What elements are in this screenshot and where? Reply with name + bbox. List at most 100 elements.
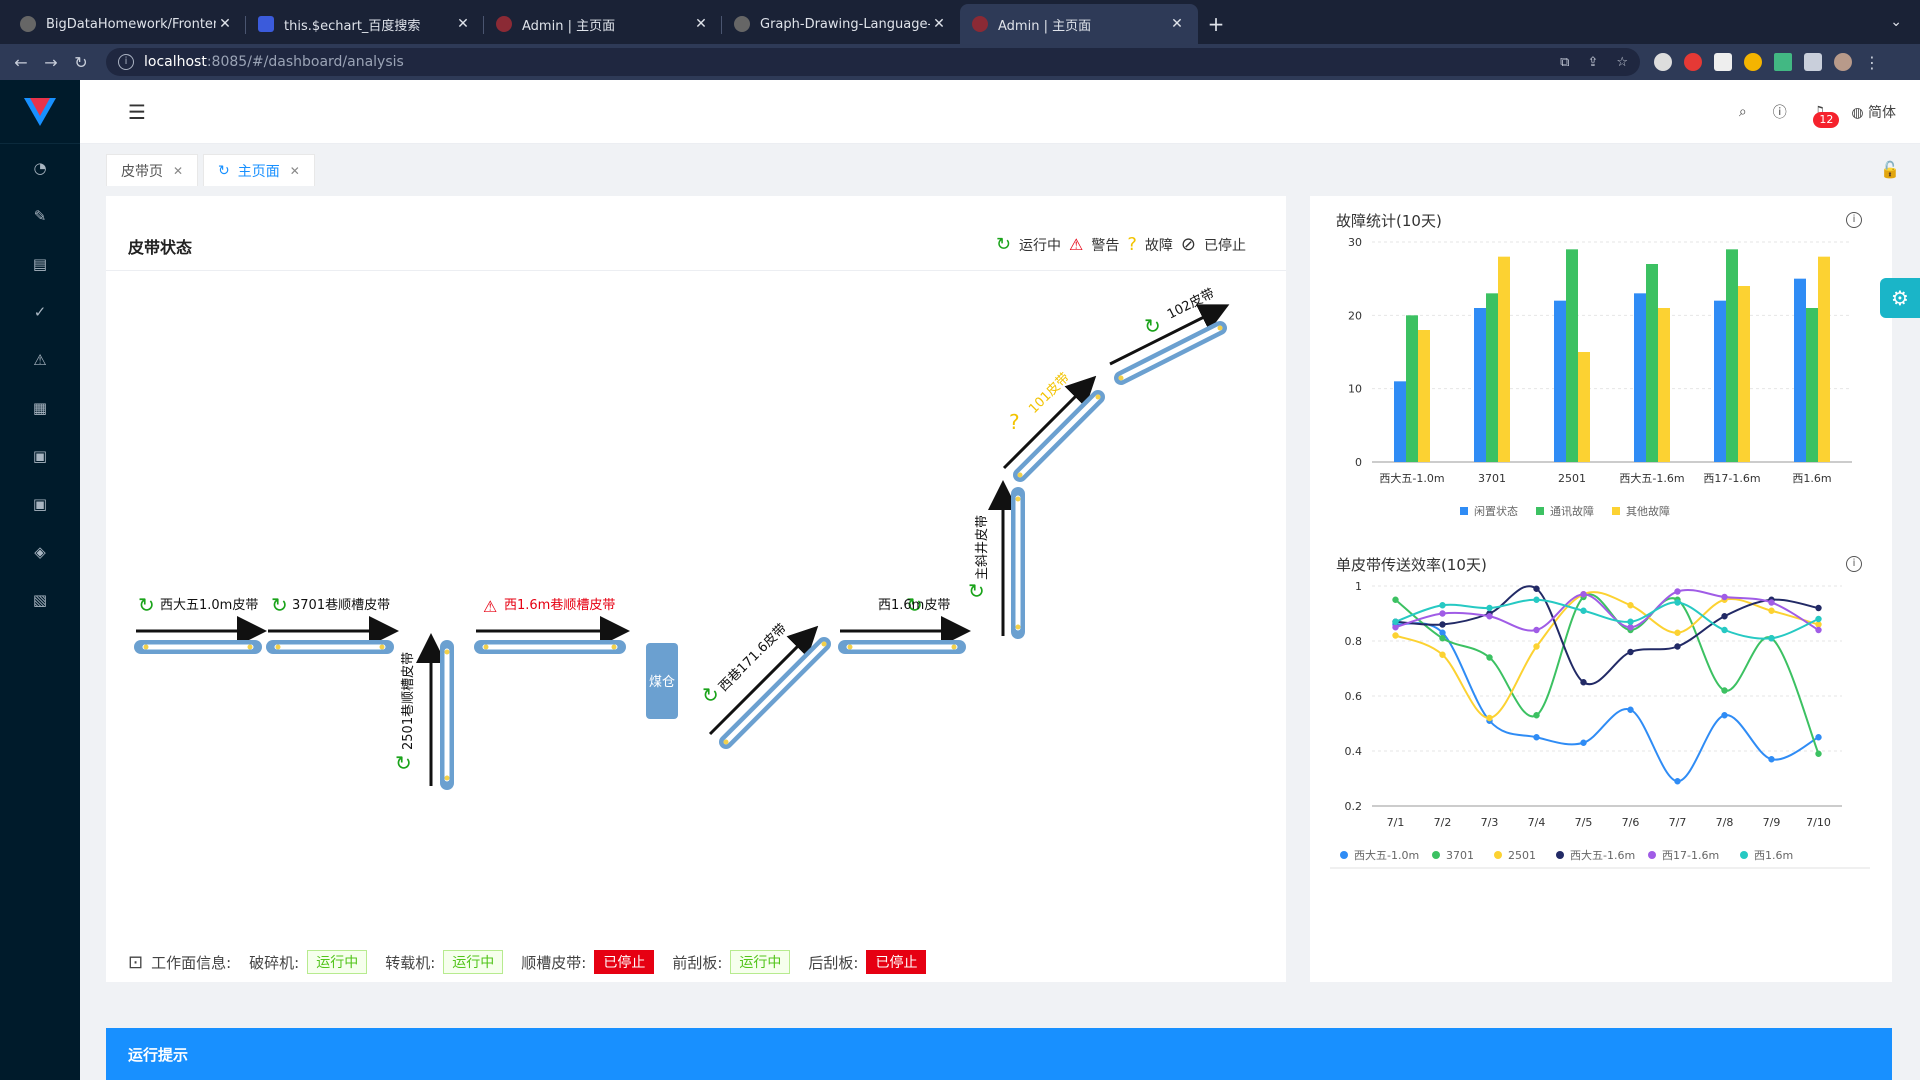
close-icon[interactable]: ✕: [692, 16, 710, 32]
data-point: [1533, 585, 1540, 592]
belt-b9[interactable]: [1109, 304, 1230, 385]
legend-fault: 故障: [1144, 237, 1173, 254]
workface-item-name: 破碎机:: [249, 953, 300, 972]
data-point: [1768, 756, 1775, 763]
file-icon[interactable]: ▧: [0, 576, 80, 624]
data-point: [1768, 599, 1775, 606]
browser-tab[interactable]: this.$echart_百度搜索 ✕: [246, 4, 484, 44]
x-tick-label: 7/3: [1481, 816, 1499, 829]
belt-diagram: ↻ ↻ ⚠ ↻ ↻ ↻ ↻ ? ↻ 西大五1.0m皮带 3701巷顺槽皮带 西1…: [134, 286, 1230, 790]
browser-tab[interactable]: BigDataHomework/Frontend at ✕: [8, 4, 246, 44]
address-bar: ← → ↻ i localhost :8085/#/dashboard/anal…: [0, 44, 1920, 80]
settings-button[interactable]: ⚙: [1880, 278, 1920, 318]
extension-icon[interactable]: [1654, 53, 1672, 71]
x-tick-label: 7/2: [1434, 816, 1452, 829]
warning-icon[interactable]: ⚠: [0, 336, 80, 384]
x-tick-label: 7/1: [1387, 816, 1405, 829]
dashboard-icon[interactable]: ◔: [0, 144, 80, 192]
github-icon: [734, 16, 750, 32]
page-tab-active[interactable]: ↻ 主页面 ✕: [203, 154, 315, 186]
close-icon[interactable]: ✕: [454, 16, 472, 32]
belt-b2[interactable]: [266, 616, 399, 654]
x-tick-label: 7/6: [1622, 816, 1640, 829]
bar: [1634, 293, 1646, 462]
running-icon: ↻: [995, 234, 1011, 255]
y-tick-label: 1: [1355, 580, 1362, 593]
url-field[interactable]: i localhost :8085/#/dashboard/analysis ⧉…: [106, 48, 1640, 76]
language-switch[interactable]: ◍ 简体: [1851, 102, 1896, 122]
belt-b1[interactable]: [134, 616, 267, 654]
data-point: [1439, 635, 1446, 642]
forward-icon[interactable]: →: [36, 53, 66, 72]
close-icon[interactable]: ✕: [173, 164, 183, 178]
grid-icon[interactable]: ▦: [0, 384, 80, 432]
browser-tab-active[interactable]: Admin | 主页面 ✕: [960, 4, 1198, 44]
info-icon[interactable]: i: [1846, 212, 1862, 228]
browser-tab-title: Admin | 主页面: [998, 18, 1092, 34]
data-point: [1674, 599, 1681, 606]
data-point: [1721, 712, 1728, 719]
form-icon[interactable]: ✎: [0, 192, 80, 240]
charts-card: 故障统计(10天) i 0 10 20 30 西大五-1.0m 3701 2501 西大五-1…: [1310, 196, 1892, 982]
card-title: 皮带状态: [128, 238, 193, 257]
page-tab[interactable]: 皮带页 ✕: [106, 154, 199, 186]
extension-icon[interactable]: [1684, 53, 1702, 71]
avatar[interactable]: [1834, 53, 1852, 71]
help-icon[interactable]: ⓘ: [1773, 102, 1787, 122]
data-point: [1815, 750, 1822, 757]
new-tab-button[interactable]: +: [1198, 4, 1234, 44]
legend-label: 西大五-1.0m: [1354, 848, 1419, 862]
close-icon[interactable]: ✕: [216, 16, 234, 32]
check-circle-icon[interactable]: ✓: [0, 288, 80, 336]
back-icon[interactable]: ←: [6, 53, 36, 72]
extension-icon[interactable]: [1744, 53, 1762, 71]
belt-label: 西大五1.0m皮带: [160, 598, 258, 613]
x-tick-label: 2501: [1558, 472, 1586, 485]
belt-b6[interactable]: [838, 616, 971, 654]
puzzle-icon[interactable]: [1804, 53, 1822, 71]
close-icon[interactable]: ✕: [1168, 16, 1186, 32]
bar: [1498, 256, 1510, 462]
more-icon[interactable]: ⋮: [1864, 53, 1880, 72]
reload-icon[interactable]: ↻: [66, 53, 96, 72]
belt-b3[interactable]: [416, 633, 454, 790]
close-icon[interactable]: ✕: [930, 16, 948, 32]
search-icon[interactable]: ⌕: [1739, 104, 1747, 120]
belt-b7[interactable]: [988, 480, 1025, 639]
x-tick-label: 西大五-1.6m: [1619, 471, 1684, 485]
info-icon[interactable]: i: [118, 54, 134, 70]
data-point: [1627, 618, 1634, 625]
project-icon[interactable]: ▣: [0, 432, 80, 480]
x-tick-label: 7/7: [1669, 816, 1687, 829]
browser-tab[interactable]: Admin | 主页面 ✕: [484, 4, 722, 44]
bell-icon[interactable]: ♫12: [1813, 104, 1840, 128]
data-point: [1439, 629, 1446, 636]
github-icon: [20, 16, 36, 32]
workface-label: 工作面信息:: [151, 953, 232, 972]
legend-swatch: [1494, 851, 1502, 859]
belt-label: 102皮带: [1165, 286, 1217, 322]
menu-toggle-icon[interactable]: ☰: [128, 100, 146, 124]
project-icon[interactable]: ▣: [0, 480, 80, 528]
diamond-icon[interactable]: ◈: [0, 528, 80, 576]
translate-icon[interactable]: ⧉: [1560, 55, 1569, 70]
share-icon[interactable]: ⇪: [1587, 55, 1598, 70]
list-icon[interactable]: ▤: [0, 240, 80, 288]
bar: [1486, 293, 1498, 462]
running-icon: ↻: [271, 593, 288, 617]
close-icon[interactable]: ✕: [290, 164, 300, 178]
star-icon[interactable]: ☆: [1616, 55, 1628, 70]
lock-icon[interactable]: 🔓: [1880, 160, 1900, 179]
browser-tab-title: Graph-Drawing-Language-Inte: [760, 16, 930, 32]
legend-swatch: [1740, 851, 1748, 859]
browser-tab[interactable]: Graph-Drawing-Language-Inte ✕: [722, 4, 960, 44]
info-icon[interactable]: i: [1846, 556, 1862, 572]
monitor-icon: ⊡: [128, 951, 144, 973]
belt-b4[interactable]: [474, 616, 630, 654]
data-point: [1439, 651, 1446, 658]
extension-icon[interactable]: [1714, 53, 1732, 71]
chevron-down-icon[interactable]: ⌄: [1890, 14, 1902, 30]
stopped-icon: ⊘: [1180, 234, 1196, 255]
vue-devtools-icon[interactable]: [1774, 53, 1792, 71]
status-legend: ↻ 运行中 ⚠ 警告 ? 故障 ⊘ 已停止: [996, 234, 1246, 255]
